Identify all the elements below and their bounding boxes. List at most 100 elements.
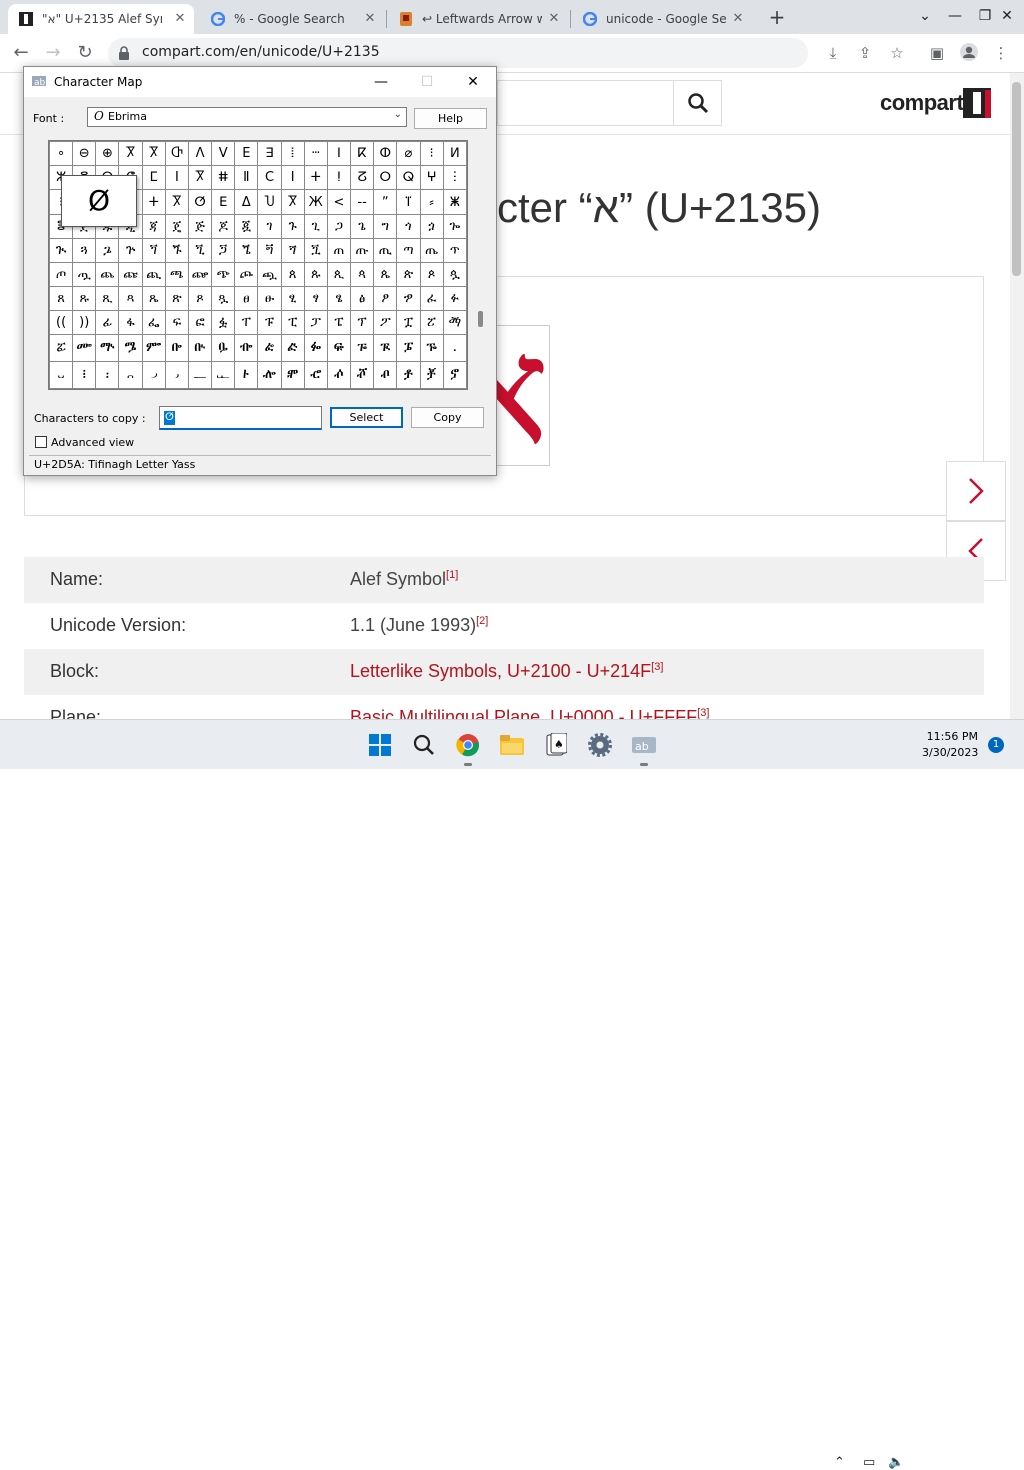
character-cell[interactable]: ጿ xyxy=(211,286,236,312)
character-cell[interactable]: Ⅽ xyxy=(257,164,282,190)
character-cell[interactable]: ᎅ xyxy=(187,334,213,362)
reference-link[interactable]: [3] xyxy=(651,661,663,673)
page-scrollbar-thumb[interactable] xyxy=(1012,82,1021,276)
character-cell[interactable]: ፕ xyxy=(350,310,375,335)
character-cell[interactable]: ጌ xyxy=(350,214,375,240)
character-cell[interactable]: ⵈ xyxy=(303,141,328,166)
character-cell[interactable]: ጒ xyxy=(48,238,74,264)
character-cell[interactable]: ⶂ xyxy=(303,360,328,390)
character-cell[interactable]: ፚ xyxy=(48,334,74,362)
character-cell[interactable]: ጭ xyxy=(211,262,236,288)
character-cell[interactable]: Ⴟ xyxy=(280,188,305,216)
character-cell[interactable]: ⵑ xyxy=(326,164,352,190)
character-cell[interactable]: ፍ xyxy=(164,310,189,335)
character-cell[interactable]: ጉ xyxy=(280,214,305,240)
character-cell[interactable]: ᎁ xyxy=(95,334,120,362)
character-cell[interactable]: ጳ xyxy=(350,262,375,288)
character-cell[interactable]: ⵗ xyxy=(442,164,468,190)
character-cell[interactable]: ጵ xyxy=(396,262,421,288)
close-window-icon[interactable]: ✕ xyxy=(992,4,1022,28)
character-cell[interactable]: ጤ xyxy=(419,238,444,264)
character-map-taskbar-icon[interactable]: ab xyxy=(628,729,660,766)
character-cell[interactable]: ጙ xyxy=(164,238,189,264)
character-cell[interactable]: ግ xyxy=(373,214,398,240)
character-cell[interactable]: ፎ xyxy=(187,310,213,335)
character-cell[interactable]: ∘ xyxy=(48,141,74,166)
character-cell[interactable]: ጮ xyxy=(234,262,259,288)
character-cell[interactable]: ጬ xyxy=(187,262,213,288)
character-cell[interactable]: ⵍ xyxy=(442,141,468,166)
character-cell[interactable]: ᎓ xyxy=(95,360,120,390)
character-cell[interactable]: ፇ xyxy=(396,286,421,312)
character-cell[interactable]: ᎉ xyxy=(280,334,305,362)
tab-google-search-percent[interactable]: % - Google Search ✕ xyxy=(200,4,384,34)
character-cell[interactable]: ⵜ xyxy=(303,164,328,190)
close-tab-icon[interactable]: ✕ xyxy=(172,11,188,27)
advanced-view-label[interactable]: Advanced view xyxy=(51,436,134,449)
search-icon[interactable] xyxy=(408,729,440,761)
new-tab-button[interactable]: + xyxy=(766,7,788,29)
minimize-icon[interactable]: — xyxy=(940,4,970,28)
character-cell[interactable]: ᎎ xyxy=(396,334,421,362)
character-cell[interactable]: ⵏ xyxy=(326,141,352,166)
character-cell[interactable]: -- xyxy=(350,188,375,216)
profile-avatar-icon[interactable] xyxy=(958,42,980,64)
site-search-input[interactable] xyxy=(497,80,673,126)
character-cell[interactable]: ᎌ xyxy=(350,334,375,362)
character-cell[interactable]: ጕ xyxy=(118,238,143,264)
character-cell[interactable]: ፉ xyxy=(442,286,468,312)
character-cell[interactable]: ጔ xyxy=(95,238,120,264)
more-menu-icon[interactable]: ⋮ xyxy=(990,42,1012,64)
character-cell[interactable]: Ⴟ xyxy=(118,141,143,166)
character-cell[interactable]: ጢ xyxy=(373,238,398,264)
character-cell[interactable]: ጾ xyxy=(187,286,213,312)
character-cell[interactable]: ጻ xyxy=(118,286,143,312)
character-cell[interactable]: ጅ xyxy=(187,214,213,240)
file-explorer-icon[interactable] xyxy=(496,729,528,761)
network-icon[interactable]: ▭ xyxy=(863,1455,875,1470)
font-select[interactable]: O Ebrima ⌄ xyxy=(87,107,407,127)
character-cell[interactable]: ፐ xyxy=(234,310,259,335)
character-cell[interactable]: ፖ xyxy=(373,310,398,335)
character-cell[interactable]: ᎐ xyxy=(442,334,468,362)
character-cell[interactable]: ᎘ xyxy=(211,360,236,390)
character-cell[interactable]: ጊ xyxy=(303,214,328,240)
character-cell[interactable]: ⶄ xyxy=(350,360,375,390)
volume-icon[interactable]: 🔈 xyxy=(888,1455,904,1470)
character-cell[interactable]: V xyxy=(211,141,236,166)
next-character-button[interactable] xyxy=(946,461,1006,521)
character-cell[interactable]: ⵔ xyxy=(373,164,398,190)
character-cell[interactable]: ፗ xyxy=(396,310,421,335)
character-cell[interactable]: ፁ xyxy=(257,286,282,312)
system-clock[interactable]: 11:56 PM 3/30/2023 xyxy=(922,729,978,761)
character-cell[interactable]: ፑ xyxy=(257,310,282,335)
character-cell[interactable]: Δ xyxy=(234,188,259,216)
url-text[interactable]: compart.com/en/unicode/U+2135 xyxy=(142,44,380,60)
character-cell[interactable]: ፅ xyxy=(350,286,375,312)
start-windows-icon[interactable] xyxy=(364,729,396,761)
character-cell[interactable]: ፓ xyxy=(303,310,328,335)
character-cell[interactable]: ጨ xyxy=(95,262,120,288)
character-cell[interactable]: ጶ xyxy=(419,262,444,288)
select-button[interactable]: Select xyxy=(330,407,403,428)
character-cell[interactable]: ⵕ xyxy=(396,164,421,190)
character-cell[interactable]: ⊖ xyxy=(72,141,97,166)
character-cell[interactable]: ⵚ xyxy=(187,188,213,216)
chrome-icon[interactable] xyxy=(452,729,484,766)
character-cell[interactable]: ᎀ xyxy=(72,334,97,362)
site-search-button[interactable] xyxy=(673,80,722,126)
character-cell[interactable]: ⵀ xyxy=(373,141,398,166)
tab-leftwards-arrow[interactable]: ↩ Leftwards Arrow with Hook ✕ xyxy=(388,4,568,34)
character-cell[interactable]: ጟ xyxy=(303,238,328,264)
share-icon[interactable]: ⇪ xyxy=(854,42,876,64)
character-cell[interactable]: ጆ xyxy=(211,214,236,240)
character-cell[interactable]: ጲ xyxy=(326,262,352,288)
close-icon[interactable]: ✕ xyxy=(450,67,496,97)
character-cell[interactable]: ⵌ xyxy=(211,164,236,190)
character-cell[interactable]: ⊕ xyxy=(95,141,120,166)
character-cell[interactable]: ᎕ xyxy=(141,360,166,390)
character-cell[interactable]: ⵂ xyxy=(280,141,305,166)
install-download-icon[interactable]: ⤓ xyxy=(822,42,844,64)
character-cell[interactable]: ጣ xyxy=(396,238,421,264)
character-cell[interactable]: ⴶ xyxy=(396,188,421,216)
